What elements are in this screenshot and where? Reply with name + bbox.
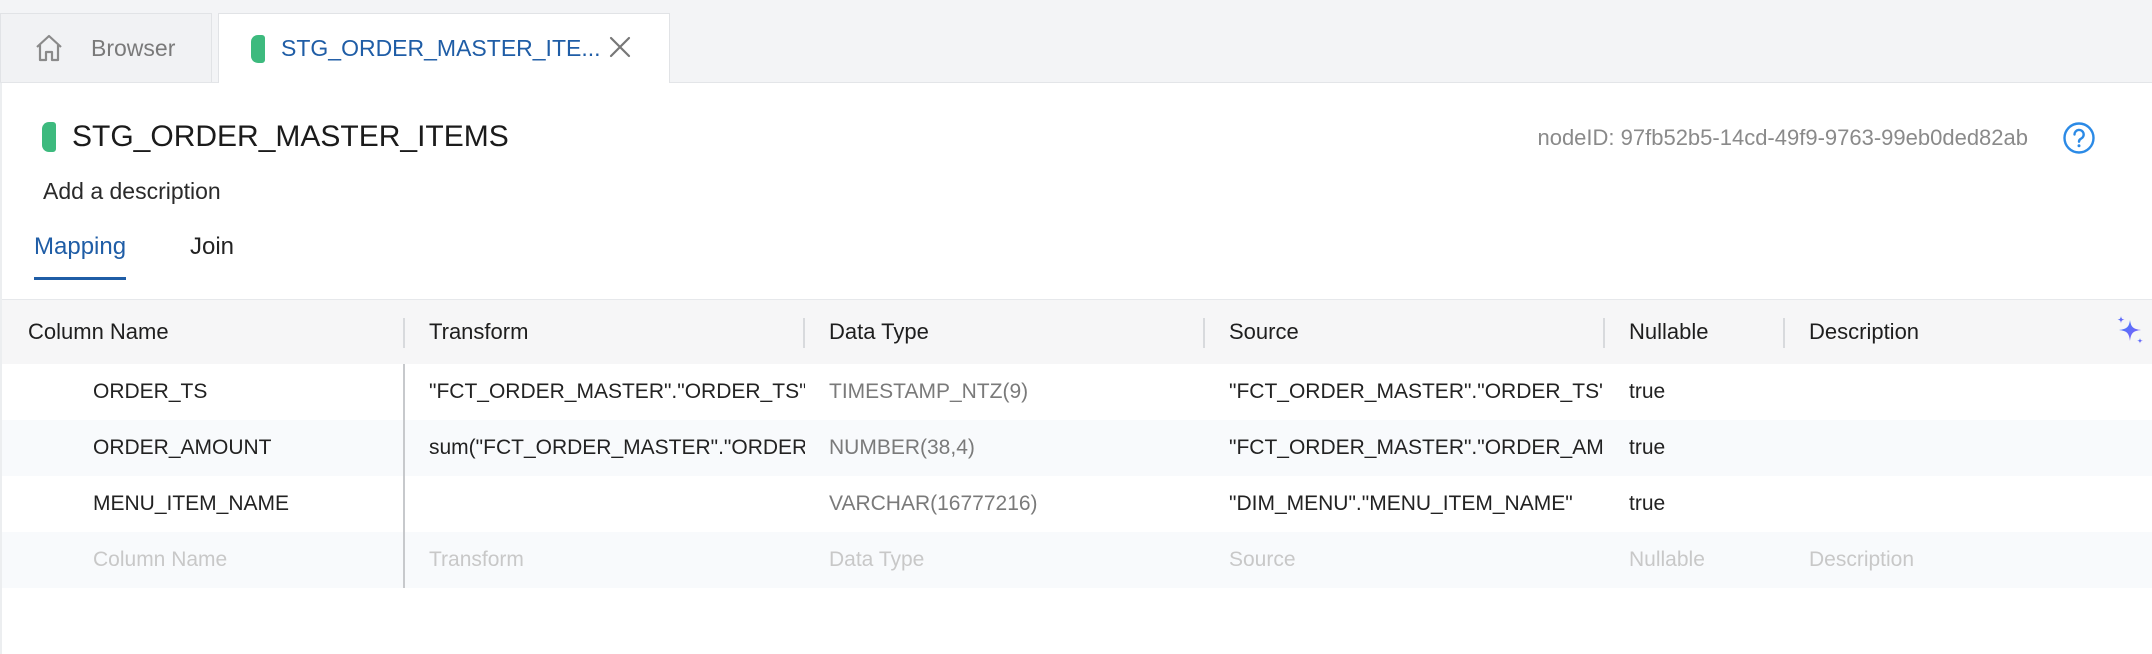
header-data-type[interactable]: Data Type (829, 300, 1203, 364)
cell-column-name[interactable]: MENU_ITEM_NAME (93, 476, 393, 532)
new-description-input[interactable]: Description (1809, 532, 2109, 588)
cell-source[interactable]: "DIM_MENU"."MENU_ITEM_NAME" (1229, 476, 1603, 532)
row-divider (403, 532, 405, 588)
tab-node-label: STG_ORDER_MASTER_ITE... (281, 35, 601, 61)
new-nullable-input[interactable]: Nullable (1629, 532, 1803, 588)
tab-bar: Browser STG_ORDER_MASTER_ITE... (0, 0, 2152, 83)
cell-nullable[interactable]: true (1629, 364, 1803, 420)
new-column-row[interactable]: Column Name Transform Data Type Source N… (2, 532, 2152, 588)
cell-data-type[interactable]: NUMBER(38,4) (829, 420, 1203, 476)
cell-description[interactable] (1809, 476, 2109, 532)
cell-nullable[interactable]: true (1629, 420, 1803, 476)
node-id: nodeID: 97fb52b5-14cd-49f9-9763-99eb0ded… (1537, 125, 2028, 150)
column-divider[interactable] (803, 318, 805, 348)
cell-description[interactable] (1809, 364, 2109, 420)
column-divider[interactable] (1783, 318, 1785, 348)
header-column-name[interactable]: Column Name (28, 300, 402, 364)
cell-description[interactable] (1809, 420, 2109, 476)
node-type-icon (42, 122, 56, 152)
cell-column-name[interactable]: ORDER_TS (93, 364, 393, 420)
column-divider[interactable] (1203, 318, 1205, 348)
cell-transform[interactable]: "FCT_ORDER_MASTER"."ORDER_TS"::d (429, 364, 805, 420)
help-circle-icon[interactable] (2062, 121, 2096, 155)
cell-transform[interactable]: sum("FCT_ORDER_MASTER"."ORDER_A (429, 420, 805, 476)
cell-source[interactable]: "FCT_ORDER_MASTER"."ORDER_TS" (1229, 364, 1603, 420)
table-row[interactable]: MENU_ITEM_NAME VARCHAR(16777216) "DIM_ME… (2, 476, 2152, 532)
tab-node[interactable]: STG_ORDER_MASTER_ITE... (218, 13, 670, 83)
row-divider (403, 364, 405, 420)
close-icon[interactable] (607, 34, 633, 60)
tab-browser-label: Browser (91, 34, 176, 61)
new-column-name-input[interactable]: Column Name (93, 532, 393, 588)
row-divider (403, 476, 405, 532)
header-nullable[interactable]: Nullable (1629, 300, 1803, 364)
description-field[interactable]: Add a description (43, 178, 221, 205)
new-source-input[interactable]: Source (1229, 532, 1603, 588)
mapping-grid: Column Name Transform Data Type Source N… (2, 299, 2152, 588)
tab-browser[interactable]: Browser (0, 13, 212, 82)
cell-data-type[interactable]: TIMESTAMP_NTZ(9) (829, 364, 1203, 420)
cell-source[interactable]: "FCT_ORDER_MASTER"."ORDER_AMOU (1229, 420, 1603, 476)
cell-transform[interactable] (429, 476, 805, 532)
new-data-type-input[interactable]: Data Type (829, 532, 1203, 588)
cell-nullable[interactable]: true (1629, 476, 1803, 532)
column-divider[interactable] (1603, 318, 1605, 348)
node-title[interactable]: STG_ORDER_MASTER_ITEMS (72, 120, 509, 154)
new-transform-input[interactable]: Transform (429, 532, 805, 588)
node-editor: STG_ORDER_MASTER_ITEMS nodeID: 97fb52b5-… (0, 83, 2152, 654)
home-icon (36, 34, 62, 62)
row-divider (403, 420, 405, 476)
tab-join[interactable]: Join (190, 233, 234, 279)
node-type-icon (251, 34, 265, 63)
header-source[interactable]: Source (1229, 300, 1603, 364)
cell-column-name[interactable]: ORDER_AMOUNT (93, 420, 393, 476)
grid-header-row: Column Name Transform Data Type Source N… (2, 300, 2152, 364)
table-row[interactable]: ORDER_AMOUNT sum("FCT_ORDER_MASTER"."ORD… (2, 420, 2152, 476)
sparkle-icon[interactable] (2114, 314, 2148, 348)
tab-mapping[interactable]: Mapping (34, 233, 127, 280)
node-header: STG_ORDER_MASTER_ITEMS (42, 120, 509, 154)
header-transform[interactable]: Transform (429, 300, 805, 364)
header-description[interactable]: Description (1809, 300, 2109, 364)
column-divider[interactable] (403, 318, 405, 348)
table-row[interactable]: ORDER_TS "FCT_ORDER_MASTER"."ORDER_TS"::… (2, 364, 2152, 420)
cell-data-type[interactable]: VARCHAR(16777216) (829, 476, 1203, 532)
